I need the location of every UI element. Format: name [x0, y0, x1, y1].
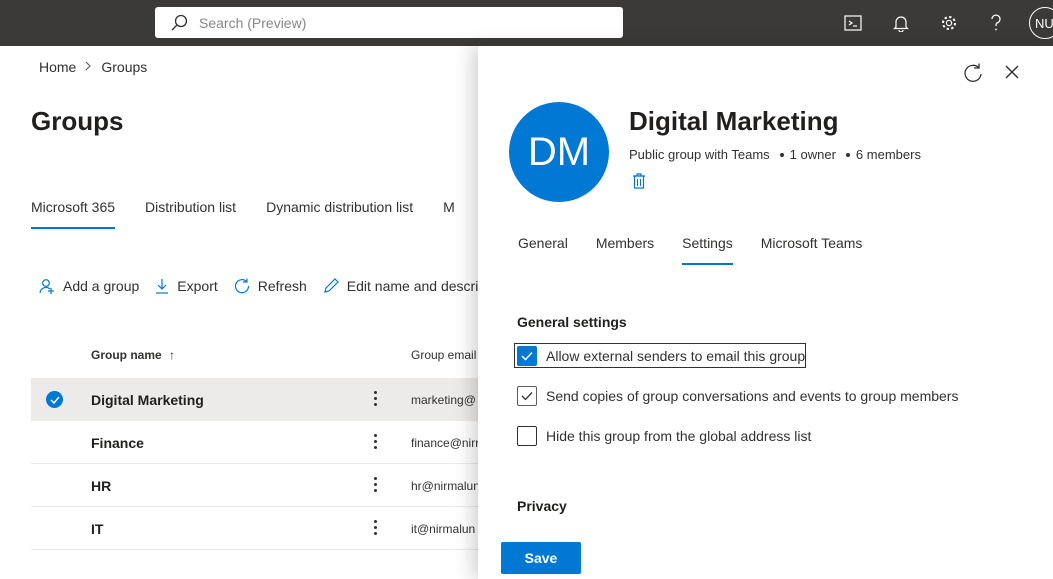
refresh-label: Refresh — [257, 278, 307, 294]
table-row[interactable]: Finance finance@nirr — [31, 421, 478, 464]
more-options-icon[interactable] — [367, 431, 383, 451]
top-bar: NU — [0, 0, 1053, 46]
search-box[interactable] — [155, 7, 623, 38]
save-button[interactable]: Save — [501, 542, 581, 574]
group-name[interactable]: IT — [91, 521, 103, 537]
checkmark-circle-icon[interactable] — [46, 391, 63, 408]
breadcrumb-current: Groups — [101, 59, 148, 75]
group-avatar: DM — [509, 102, 609, 202]
edit-name-label: Edit name and descrip — [346, 278, 487, 294]
group-details-panel: DM Digital Marketing Public group with T… — [478, 46, 1053, 579]
more-options-icon[interactable] — [367, 517, 383, 537]
tab-members[interactable]: Members — [596, 235, 654, 265]
export-label: Export — [177, 278, 218, 294]
group-summary: Public group with Teams 1 owner 6 member… — [629, 147, 921, 162]
refresh-icon — [234, 278, 249, 294]
gear-icon[interactable] — [937, 11, 961, 35]
more-options-icon[interactable] — [367, 388, 383, 408]
panel-tabs: General Members Settings Microsoft Teams — [518, 235, 890, 265]
bullet-dot — [779, 152, 784, 157]
checkbox-checked[interactable] — [517, 386, 537, 406]
command-bar: Add a group Export Refresh Edit name and… — [39, 278, 502, 294]
option-label: Allow external senders to email this gro… — [546, 348, 806, 364]
group-type: Public group with Teams — [629, 147, 770, 162]
search-icon — [171, 14, 188, 30]
add-group-button[interactable]: Add a group — [39, 278, 139, 294]
tab-more[interactable]: M — [443, 199, 455, 229]
table-row[interactable]: IT it@nirmalun — [31, 507, 478, 550]
group-title: Digital Marketing — [629, 106, 839, 136]
terminal-icon[interactable] — [841, 11, 865, 35]
add-person-icon — [39, 279, 54, 294]
option-allow-external-senders[interactable]: Allow external senders to email this gro… — [517, 346, 805, 366]
tab-microsoft-teams[interactable]: Microsoft Teams — [761, 235, 863, 265]
group-email: it@nirmalun — [411, 522, 476, 536]
chevron-right-icon — [85, 60, 92, 74]
table-row[interactable]: Digital Marketing marketing@ — [31, 378, 478, 421]
privacy-heading: Privacy — [517, 498, 567, 514]
option-label: Send copies of group conversations and e… — [546, 388, 959, 404]
checkbox-checked[interactable] — [517, 346, 537, 366]
add-group-label: Add a group — [63, 278, 140, 294]
group-name[interactable]: Digital Marketing — [91, 392, 204, 408]
more-options-icon[interactable] — [367, 474, 383, 494]
sort-arrow-up-icon: ↑ — [169, 348, 176, 362]
tab-distribution-list[interactable]: Distribution list — [145, 199, 236, 229]
trash-icon[interactable] — [632, 173, 646, 194]
bullet-dot — [845, 152, 850, 157]
help-icon[interactable] — [984, 11, 1008, 35]
user-avatar[interactable]: NU — [1029, 7, 1053, 39]
group-type-tabs: Microsoft 365 Distribution list Dynamic … — [31, 199, 485, 229]
tab-settings[interactable]: Settings — [682, 235, 733, 265]
download-icon — [156, 279, 169, 294]
group-name[interactable]: Finance — [91, 435, 144, 451]
page-title: Groups — [31, 106, 124, 136]
tab-microsoft-365[interactable]: Microsoft 365 — [31, 199, 116, 229]
export-button[interactable]: Export — [155, 278, 218, 294]
search-input[interactable] — [199, 14, 599, 31]
column-header-group-name[interactable]: Group name ↑ — [91, 348, 175, 362]
bell-icon[interactable] — [889, 11, 913, 35]
refresh-button[interactable]: Refresh — [234, 278, 307, 294]
option-send-copies[interactable]: Send copies of group conversations and e… — [517, 386, 958, 406]
refresh-icon[interactable] — [962, 63, 984, 85]
column-header-group-email[interactable]: Group email — [411, 348, 476, 362]
breadcrumb: Home Groups — [39, 59, 147, 75]
group-email: marketing@ — [411, 393, 476, 407]
member-count[interactable]: 6 members — [856, 147, 921, 162]
general-settings-heading: General settings — [517, 314, 627, 330]
group-email: finance@nirr — [411, 436, 478, 450]
group-name[interactable]: HR — [91, 478, 111, 494]
group-email: hr@nirmalun — [411, 479, 478, 493]
checkbox-unchecked[interactable] — [517, 426, 537, 446]
option-label: Hide this group from the global address … — [546, 428, 812, 444]
option-hide-from-gal[interactable]: Hide this group from the global address … — [517, 426, 811, 446]
breadcrumb-home[interactable]: Home — [39, 59, 76, 75]
column-header-label: Group name — [91, 348, 162, 362]
pencil-icon — [323, 278, 339, 293]
table-row[interactable]: HR hr@nirmalun — [31, 464, 478, 507]
tab-dynamic-distribution-list[interactable]: Dynamic distribution list — [266, 199, 413, 229]
owner-count[interactable]: 1 owner — [790, 147, 836, 162]
close-icon[interactable] — [1004, 64, 1024, 84]
edit-name-button[interactable]: Edit name and descrip — [323, 278, 486, 294]
tab-general[interactable]: General — [518, 235, 568, 265]
